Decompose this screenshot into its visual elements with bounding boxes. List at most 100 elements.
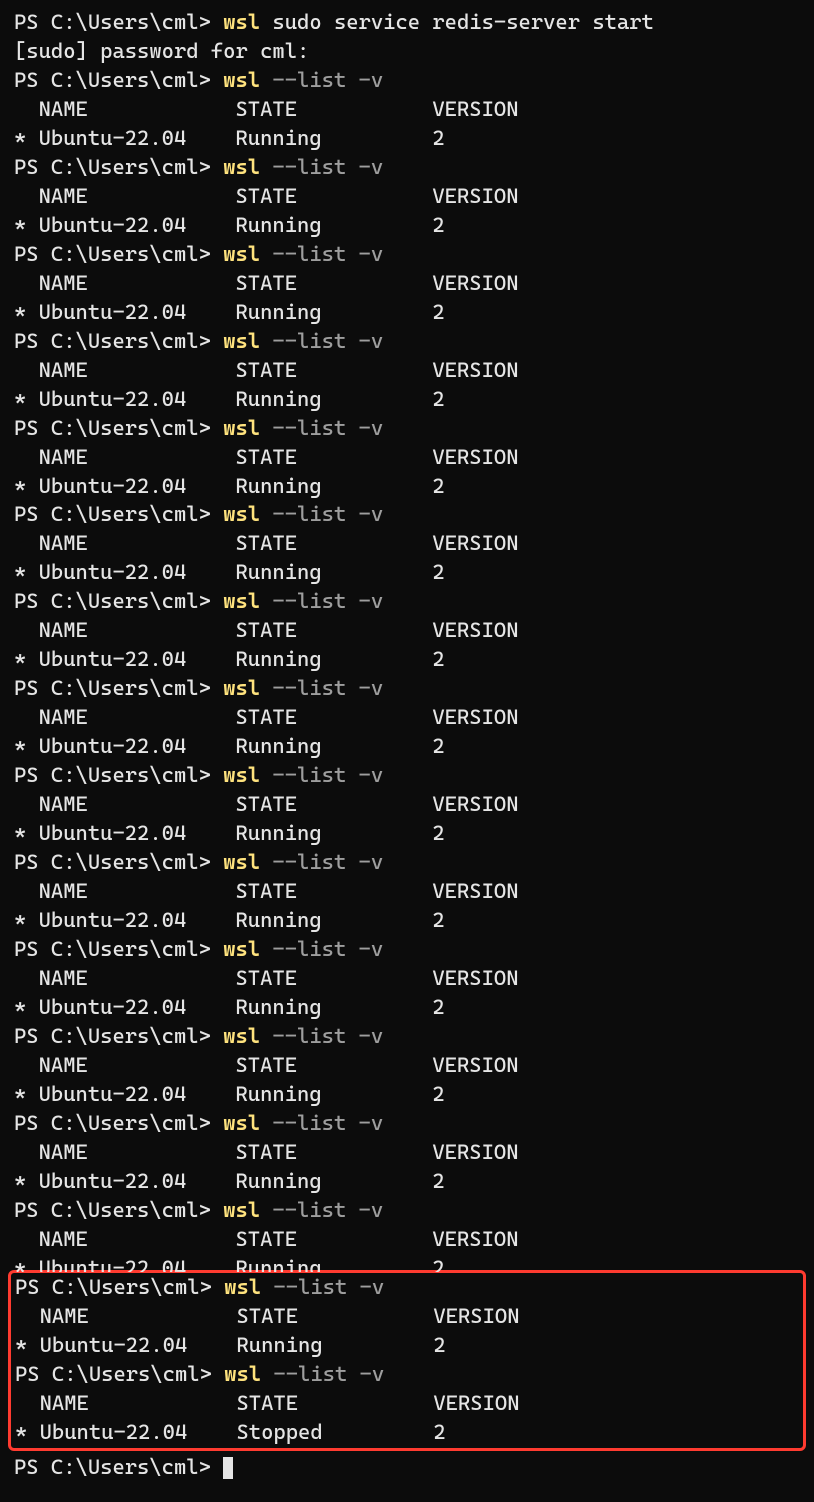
prompt-line[interactable]: PS C:\Users\cml> wsl --list -v [14,1196,800,1225]
prompt-text: PS C:\Users\cml> [14,242,223,266]
prompt-line[interactable]: PS C:\Users\cml> wsl --list -v [14,674,800,703]
wsl-list-header: NAMESTATEVERSION [14,1138,800,1167]
col-mark [14,182,39,211]
prompt-text: PS C:\Users\cml> [14,10,223,34]
prompt-text: PS C:\Users\cml> [14,68,223,92]
row-state: Running [235,645,432,674]
terminal-output: PS C:\Users\cml> wsl sudo service redis-… [14,8,800,1482]
col-state-header: STATE [235,1138,432,1167]
row-distro-name: Ubuntu-22.04 [39,732,236,761]
wsl-list-header: NAMESTATEVERSION [14,616,800,645]
row-default-mark: * [14,385,39,414]
col-mark [14,1138,39,1167]
wsl-list-row: * Ubuntu-22.04Running2 [14,211,800,240]
prompt-line[interactable]: PS C:\Users\cml> wsl --list -v [14,848,800,877]
row-version: 2 [432,1167,530,1196]
col-version-header: VERSION [432,1138,530,1167]
prompt-line[interactable]: PS C:\Users\cml> wsl --list -v [14,1022,800,1051]
prompt-line[interactable]: PS C:\Users\cml> [14,1453,800,1482]
command-wsl-list: wsl [223,68,260,92]
row-version: 2 [432,558,530,587]
prompt-line[interactable]: PS C:\Users\cml> wsl --list -v [14,66,800,95]
row-distro-name: Ubuntu-22.04 [39,124,236,153]
col-mark [14,790,39,819]
row-version: 2 [432,472,530,501]
row-distro-name: Ubuntu-22.04 [39,298,236,327]
wsl-list-row: * Ubuntu-22.04Running2 [14,558,800,587]
col-version-header: VERSION [433,1302,531,1331]
col-name-header: NAME [39,269,236,298]
col-mark [14,529,39,558]
prompt-line[interactable]: PS C:\Users\cml> wsl --list -v [14,414,800,443]
prompt-line[interactable]: PS C:\Users\cml> wsl --list -v [14,327,800,356]
row-state: Running [235,906,432,935]
highlighted-region: PS C:\Users\cml> wsl --list -v NAMESTATE… [8,1270,806,1452]
prompt-line[interactable]: PS C:\Users\cml> wsl --list -v [14,935,800,964]
row-default-mark: * [14,472,39,501]
col-state-header: STATE [235,529,432,558]
row-default-mark: * [14,298,39,327]
row-default-mark: * [14,1080,39,1109]
command-wsl-list: wsl [223,155,260,179]
row-version: 2 [433,1418,531,1447]
col-mark [15,1389,40,1418]
row-default-mark: * [15,1418,40,1447]
col-name-header: NAME [39,964,236,993]
prompt-line[interactable]: PS C:\Users\cml> wsl --list -v [15,1273,799,1302]
col-name-header: NAME [39,790,236,819]
row-state: Running [235,1254,432,1272]
row-distro-name: Ubuntu-22.04 [39,906,236,935]
row-default-mark: * [14,819,39,848]
prompt-text: PS C:\Users\cml> [14,416,223,440]
prompt-line[interactable]: PS C:\Users\cml> wsl --list -v [14,761,800,790]
sudo-password-prompt: [sudo] password for cml: [14,37,800,66]
wsl-list-row: * Ubuntu-22.04Running2 [14,1080,800,1109]
row-default-mark: * [14,906,39,935]
prompt-text: PS C:\Users\cml> [15,1362,224,1386]
command-wsl-list: wsl [223,502,260,526]
row-version: 2 [432,124,530,153]
col-version-header: VERSION [432,356,530,385]
row-distro-name: Ubuntu-22.04 [39,1167,236,1196]
col-version-header: VERSION [432,182,530,211]
command-flags: --list -v [260,416,383,440]
prompt-line[interactable]: PS C:\Users\cml> wsl --list -v [14,587,800,616]
wsl-list-header: NAMESTATEVERSION [14,356,800,385]
col-state-header: STATE [236,1389,433,1418]
prompt-text: PS C:\Users\cml> [14,155,223,179]
col-state-header: STATE [235,964,432,993]
command-flags: --list -v [261,1275,384,1299]
col-version-header: VERSION [432,1225,530,1254]
col-version-header: VERSION [433,1389,531,1418]
row-default-mark: * [14,645,39,674]
row-version: 2 [432,385,530,414]
col-mark [14,443,39,472]
row-state: Running [235,385,432,414]
command-flags: --list -v [260,676,383,700]
row-state: Running [235,732,432,761]
col-version-header: VERSION [432,443,530,472]
command-wsl-list: wsl [223,1111,260,1135]
prompt-text: PS C:\Users\cml> [14,329,223,353]
col-name-header: NAME [39,95,236,124]
prompt-line[interactable]: PS C:\Users\cml> wsl sudo service redis-… [14,8,800,37]
partial-row-clip: * Ubuntu-22.04Running2 [14,1254,800,1272]
row-distro-name: Ubuntu-22.04 [39,1254,236,1272]
row-version: 2 [432,1080,530,1109]
wsl-list-row: * Ubuntu-22.04Running2 [14,298,800,327]
prompt-line[interactable]: PS C:\Users\cml> wsl --list -v [14,240,800,269]
prompt-line[interactable]: PS C:\Users\cml> wsl --list -v [14,153,800,182]
wsl-list-header: NAMESTATEVERSION [14,1225,800,1254]
prompt-line[interactable]: PS C:\Users\cml> wsl --list -v [14,1109,800,1138]
row-distro-name: Ubuntu-22.04 [39,472,236,501]
prompt-line[interactable]: PS C:\Users\cml> wsl --list -v [14,500,800,529]
row-distro-name: Ubuntu-22.04 [39,211,236,240]
row-distro-name: Ubuntu-22.04 [39,1080,236,1109]
wsl-list-row: * Ubuntu-22.04Running2 [14,1254,800,1272]
wsl-list-header: NAMESTATEVERSION [15,1389,799,1418]
col-mark [14,877,39,906]
command-flags: --list -v [260,937,383,961]
col-name-header: NAME [39,703,236,732]
row-distro-name: Ubuntu-22.04 [39,993,236,1022]
prompt-line[interactable]: PS C:\Users\cml> wsl --list -v [15,1360,799,1389]
